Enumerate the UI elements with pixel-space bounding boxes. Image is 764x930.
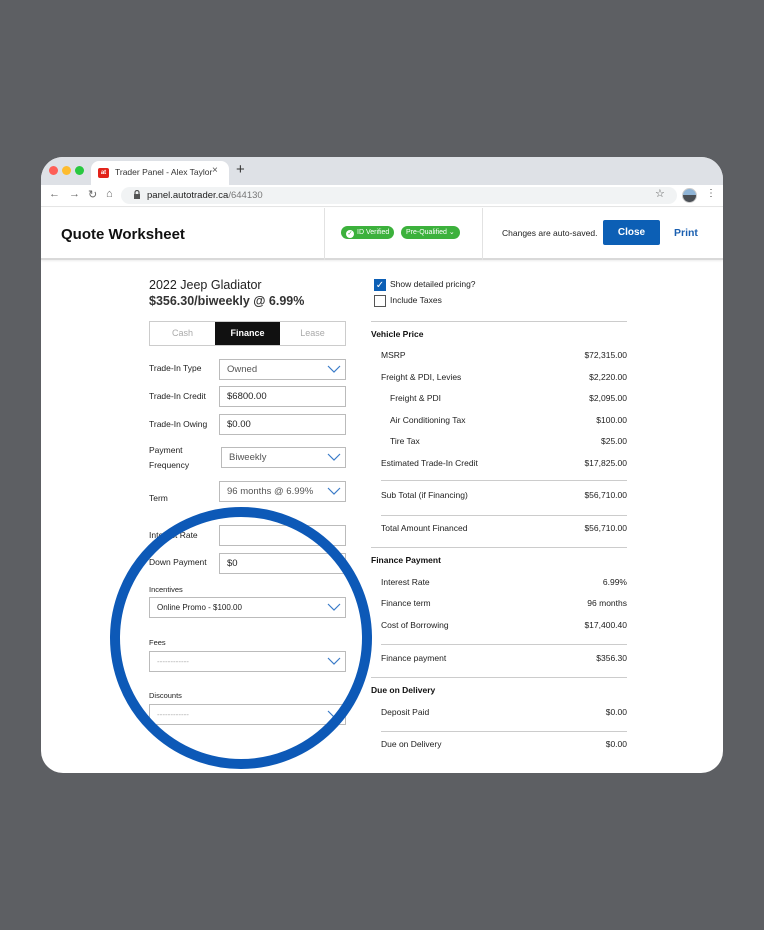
vehicle-price-heading: Vehicle Price [371,329,424,339]
divider [371,321,627,322]
check-icon: ✓ [375,280,385,291]
tab-cash[interactable]: Cash [150,322,215,345]
tab-strip: at Trader Panel - Alex Taylor × + [41,157,723,185]
new-tab-icon[interactable]: + [236,161,245,178]
divider [381,731,627,732]
home-icon[interactable]: ⌂ [106,188,113,200]
due-on-delivery-row: Due on Delivery $0.00 [381,739,627,749]
chevron-down-icon [327,487,341,495]
browser-tab[interactable]: at Trader Panel - Alex Taylor × [91,161,229,185]
trade-in-credit-row: Estimated Trade-In Credit $17,825.00 [381,458,627,468]
divider [371,547,627,548]
cost-of-borrowing-row: Cost of Borrowing $17,400.40 [381,620,627,630]
print-link[interactable]: Print [674,227,698,239]
show-detailed-pricing-checkbox[interactable]: ✓ [374,279,386,291]
payment-frequency-select[interactable]: Biweekly [221,447,346,468]
browser-menu-icon[interactable]: ⋮ [706,188,716,199]
reload-icon[interactable]: ↻ [88,188,97,201]
close-window-dot[interactable] [49,166,58,175]
freight-pdi-row: Freight & PDI $2,095.00 [390,393,627,403]
url-input[interactable]: panel.autotrader.ca/644130 [121,187,677,204]
total-financed-row: Total Amount Financed $56,710.00 [381,523,627,533]
subtotal-row: Sub Total (if Financing) $56,710.00 [381,490,627,500]
page-title: Quote Worksheet [61,226,185,243]
trade-in-type-label: Trade-In Type [149,363,202,373]
payment-type-tabs: Cash Finance Lease [149,321,346,346]
back-icon[interactable]: ← [49,188,60,200]
autotrader-favicon-icon: at [98,168,109,178]
divider [381,480,627,481]
bookmark-star-icon[interactable]: ☆ [655,187,665,200]
pre-qualified-badge[interactable]: Pre-Qualified ⌄ [401,226,460,239]
close-button[interactable]: Close [603,220,660,245]
check-icon: ✓ [346,230,354,238]
chevron-down-icon [327,365,341,373]
include-taxes-checkbox[interactable] [374,295,386,307]
tab-finance[interactable]: Finance [215,322,280,345]
include-taxes-label: Include Taxes [390,295,442,305]
show-detailed-pricing-label: Show detailed pricing? [390,279,476,289]
trade-in-credit-label: Trade-In Credit [149,391,206,401]
msrp-row: MSRP $72,315.00 [381,350,627,360]
chevron-down-icon: ⌄ [448,229,455,236]
trade-in-type-select[interactable]: Owned [219,359,346,380]
interest-rate-row: Interest Rate 6.99% [381,577,627,587]
tab-close-icon[interactable]: × [212,165,218,176]
tab-lease[interactable]: Lease [280,322,345,345]
header-divider [482,208,483,260]
deposit-paid-row: Deposit Paid $0.00 [381,707,627,717]
forward-icon[interactable]: → [69,188,80,200]
term-label: Term [149,493,168,503]
url-text: panel.autotrader.ca/644130 [147,190,263,201]
divider [381,515,627,516]
id-verified-badge: ✓ ID Verified [341,226,395,239]
tire-tax-row: Tire Tax $25.00 [390,436,627,446]
maximize-window-dot[interactable] [75,166,84,175]
header-divider [324,208,325,260]
trade-in-owing-label: Trade-In Owing [149,419,208,429]
divider [381,644,627,645]
app-header: Quote Worksheet ✓ ID Verified Pre-Qualifi… [41,208,723,260]
due-on-delivery-heading: Due on Delivery [371,685,436,695]
lock-icon [133,189,141,201]
freight-levies-row: Freight & PDI, Levies $2,220.00 [381,372,627,382]
vehicle-payment-summary: $356.30/biweekly @ 6.99% [149,294,305,308]
ac-tax-row: Air Conditioning Tax $100.00 [390,415,627,425]
autosave-status: Changes are auto-saved. [502,228,598,238]
minimize-window-dot[interactable] [62,166,71,175]
divider [371,677,627,678]
profile-avatar[interactable] [682,188,697,203]
finance-term-row: Finance term 96 months [381,598,627,608]
vehicle-title: 2022 Jeep Gladiator [149,278,262,292]
payment-frequency-label: Frequency [149,460,190,470]
finance-payment-heading: Finance Payment [371,555,441,565]
tab-title: Trader Panel - Alex Taylor [115,167,213,177]
trade-in-credit-input[interactable]: $6800.00 [219,386,346,407]
term-select[interactable]: 96 months @ 6.99% [219,481,346,502]
address-bar: ← → ↻ ⌂ panel.autotrader.ca/644130 ☆ ⋮ [41,185,723,207]
chevron-down-icon [327,453,341,461]
highlight-circle [110,507,372,769]
finance-payment-row: Finance payment $356.30 [381,653,627,663]
payment-frequency-label: Payment [149,445,183,455]
trade-in-owing-input[interactable]: $0.00 [219,414,346,435]
